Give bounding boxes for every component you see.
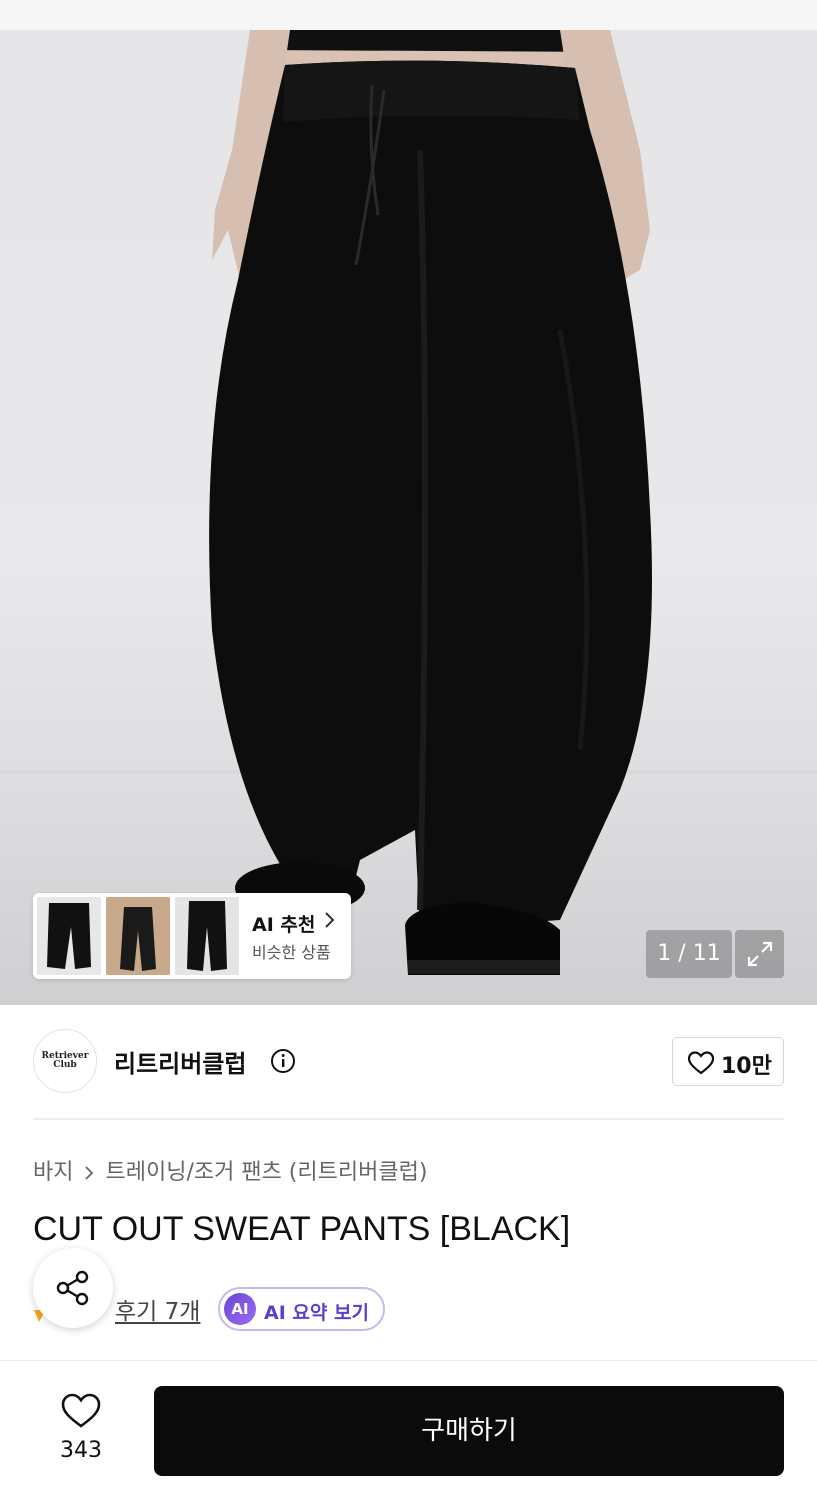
chevron-right-icon [325, 912, 335, 928]
top-status-strip [0, 0, 817, 30]
ai-recommend-card[interactable]: AI 추천 비슷한 상품 [33, 893, 351, 979]
ai-summary-button[interactable]: AI AI 요약 보기 [218, 1287, 385, 1331]
ai-summary-label: AI 요약 보기 [264, 1302, 369, 1324]
bottom-bar-border [0, 1360, 817, 1361]
image-counter: 1 / 11 [646, 930, 732, 978]
heart-outline-icon [687, 1051, 715, 1075]
brand-like-count: 10만 [721, 1054, 772, 1079]
review-link[interactable]: 후기 7개 [115, 1292, 200, 1326]
breadcrumb: 바지 트레이닝/조거 팬츠 (리트리버클럽) [33, 1154, 427, 1186]
ai-recommend-subtitle: 비슷한 상품 [252, 943, 331, 962]
brand-logo-text-2: Club [53, 1060, 77, 1070]
thumbnail-3[interactable] [175, 897, 239, 975]
share-button[interactable] [33, 1248, 113, 1328]
breadcrumb-category[interactable]: 바지 [33, 1160, 73, 1185]
wishlist-button[interactable]: 343 [50, 1388, 112, 1468]
brand-name[interactable]: 리트리버클럽 [114, 1044, 246, 1079]
section-divider [33, 1118, 784, 1120]
share-icon [56, 1270, 89, 1306]
brand-like-button[interactable]: 10만 [672, 1037, 784, 1086]
thumbnail-1[interactable] [37, 897, 101, 975]
wishlist-count: 343 [60, 1438, 102, 1463]
product-title: CUT OUT SWEAT PANTS [BLACK] [33, 1210, 571, 1248]
ai-badge-icon: AI [224, 1293, 256, 1325]
expand-icon [747, 941, 773, 967]
ai-recommend-title: AI 추천 [252, 914, 316, 936]
heart-icon [61, 1393, 101, 1428]
chevron-right-icon [85, 1166, 94, 1180]
brand-logo[interactable]: Retriever Club [33, 1029, 97, 1093]
thumbnail-2[interactable] [106, 897, 170, 975]
buy-button[interactable]: 구매하기 [154, 1386, 784, 1476]
info-icon[interactable] [270, 1048, 296, 1074]
breadcrumb-subcategory[interactable]: 트레이닝/조거 팬츠 (리트리버클럽) [105, 1160, 427, 1185]
product-photo[interactable] [0, 30, 817, 1005]
product-photo-illustration [0, 30, 817, 975]
expand-button[interactable] [735, 930, 784, 978]
